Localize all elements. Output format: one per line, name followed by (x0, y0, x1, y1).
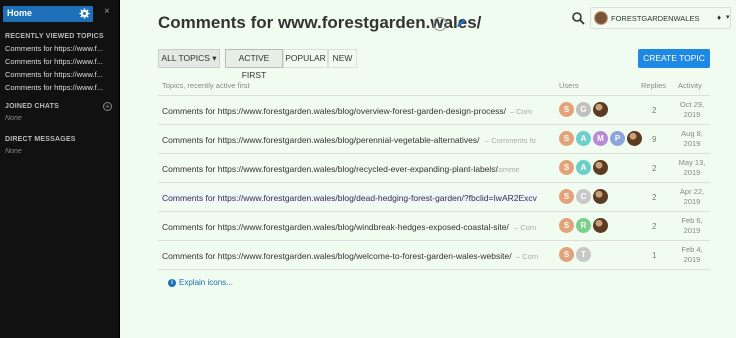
activity-date-year: 2019 (683, 197, 701, 206)
recent-topic-link[interactable]: Comments for https://www.f... (5, 70, 110, 79)
topic-title-link[interactable]: Comments for https://www.forestgarden.wa… (162, 135, 480, 145)
topic-excerpt: – Comme (487, 165, 520, 174)
user-photo-avatar[interactable] (593, 218, 608, 233)
gear-icon[interactable] (79, 8, 90, 19)
topic-excerpt: – Com (514, 223, 537, 232)
user-letter-avatar[interactable]: M (593, 131, 608, 146)
activity-date: Apr 22, 2019 (674, 187, 710, 207)
tab-active-first[interactable]: ACTIVE FIRST (225, 49, 283, 80)
direct-messages-heading: DIRECT MESSAGES (5, 136, 76, 143)
user-letter-avatar[interactable]: G (576, 102, 591, 117)
user-letter-avatar[interactable]: R (576, 218, 591, 233)
topic-excerpt: – Com (510, 107, 533, 116)
explain-icons-label: Explain icons... (179, 278, 233, 287)
home-label: Home (7, 8, 33, 18)
topic-title-link[interactable]: Comments for https://www.forestgarden.wa… (162, 164, 498, 174)
user-photo-avatar[interactable] (593, 160, 608, 175)
topic-row[interactable]: Comments for https://www.forestgarden.wa… (158, 241, 710, 270)
activity-date-day: Feb 4, (681, 245, 703, 254)
recent-topic-link[interactable]: Comments for https://www.f... (5, 57, 110, 66)
direct-messages-empty: None (5, 148, 22, 155)
topic-title-link[interactable]: Comments for https://www.forestgarden.wa… (162, 193, 537, 203)
topic-row[interactable]: Comments for https://www.forestgarden.wa… (158, 96, 710, 125)
activity-date: May 13, 2019 (674, 158, 710, 178)
reply-count: 2 (652, 193, 657, 202)
reply-count: 1 (652, 251, 657, 260)
activity-date-year: 2019 (683, 168, 701, 177)
activity-date-year: 2019 (683, 110, 701, 119)
user-letter-avatar[interactable]: S (559, 102, 574, 117)
column-header-replies: Replies (641, 81, 667, 90)
column-header-users: Users (559, 81, 579, 90)
reply-count: 2 (652, 222, 657, 231)
create-topic-button[interactable]: CREATE TOPIC (638, 49, 710, 68)
activity-date: Aug 8, 2019 (674, 129, 710, 149)
sidebar: Home × RECENTLY VIEWED TOPICS Comments f… (0, 0, 120, 338)
topic-row[interactable]: Comments for https://www.forestgarden.wa… (158, 125, 710, 154)
edit-pencil-icon[interactable] (455, 17, 467, 29)
activity-date: Oct 29, 2019 (674, 100, 710, 120)
user-letter-avatar[interactable]: S (559, 247, 574, 262)
info-icon: i (168, 279, 176, 287)
user-letter-avatar[interactable]: T (576, 247, 591, 262)
tab-popular[interactable]: POPULAR (283, 49, 328, 68)
topic-excerpt: – Comments fo (485, 136, 536, 145)
activity-date-day: Aug 8, (681, 129, 703, 138)
reply-count: 9 (652, 135, 657, 144)
search-icon[interactable] (571, 11, 585, 25)
user-letter-avatar[interactable]: S (559, 131, 574, 146)
joined-chats-empty: None (5, 115, 22, 122)
user-photo-avatar[interactable] (593, 189, 608, 204)
reply-count: 2 (652, 164, 657, 173)
topic-row[interactable]: Comments for https://www.forestgarden.wa… (158, 212, 710, 241)
notification-bell-icon[interactable]: ♦ (717, 13, 721, 22)
activity-date: Feb 6, 2019 (674, 216, 710, 236)
user-name[interactable]: FORESTGARDENWALES (611, 14, 699, 23)
activity-date: Feb 4, 2019 (674, 245, 710, 265)
info-icon[interactable]: i (433, 17, 447, 31)
activity-date-year: 2019 (683, 139, 701, 148)
user-letter-avatar[interactable]: A (576, 131, 591, 146)
activity-date-day: May 13, (678, 158, 706, 167)
topic-row[interactable]: Comments for https://www.forestgarden.wa… (158, 154, 710, 183)
home-link[interactable]: Home (3, 6, 93, 22)
recent-topics-heading: RECENTLY VIEWED TOPICS (5, 33, 104, 40)
tab-new[interactable]: NEW (328, 49, 357, 68)
user-letter-avatar[interactable]: S (559, 160, 574, 175)
all-topics-dropdown[interactable]: ALL TOPICS ▾ (158, 49, 220, 68)
recent-topic-link[interactable]: Comments for https://www.f... (5, 83, 110, 92)
user-letter-avatar[interactable]: S (559, 218, 574, 233)
activity-date-day: Apr 22, (679, 187, 705, 196)
topic-title-link[interactable]: Comments for https://www.forestgarden.wa… (162, 251, 512, 261)
reply-count: 2 (652, 106, 657, 115)
user-avatar[interactable] (594, 11, 608, 25)
activity-date-year: 2019 (683, 226, 701, 235)
activity-date-day: Oct 29, (679, 100, 705, 109)
activity-date-year: 2019 (683, 255, 701, 264)
close-sidebar-icon[interactable]: × (104, 6, 110, 17)
recent-topic-link[interactable]: Comments for https://www.f... (5, 44, 110, 53)
chevron-down-icon[interactable]: ▾ (726, 13, 730, 21)
topic-row[interactable]: Comments for https://www.forestgarden.wa… (158, 183, 710, 212)
user-letter-avatar[interactable]: C (576, 189, 591, 204)
column-header-activity: Activity (678, 81, 702, 90)
column-header-topics: Topics, recently active first (162, 81, 250, 90)
topic-title-link[interactable]: Comments for https://www.forestgarden.wa… (162, 106, 506, 116)
user-letter-avatar[interactable]: S (559, 189, 574, 204)
user-photo-avatar[interactable] (593, 102, 608, 117)
add-chat-icon[interactable]: + (103, 102, 112, 111)
user-photo-avatar[interactable] (627, 131, 642, 146)
joined-chats-heading: JOINED CHATS (5, 103, 59, 110)
activity-date-day: Feb 6, (681, 216, 703, 225)
user-letter-avatar[interactable]: A (576, 160, 591, 175)
topic-excerpt: – Com (516, 252, 539, 261)
topic-title-link[interactable]: Comments for https://www.forestgarden.wa… (162, 222, 509, 232)
user-letter-avatar[interactable]: P (610, 131, 625, 146)
